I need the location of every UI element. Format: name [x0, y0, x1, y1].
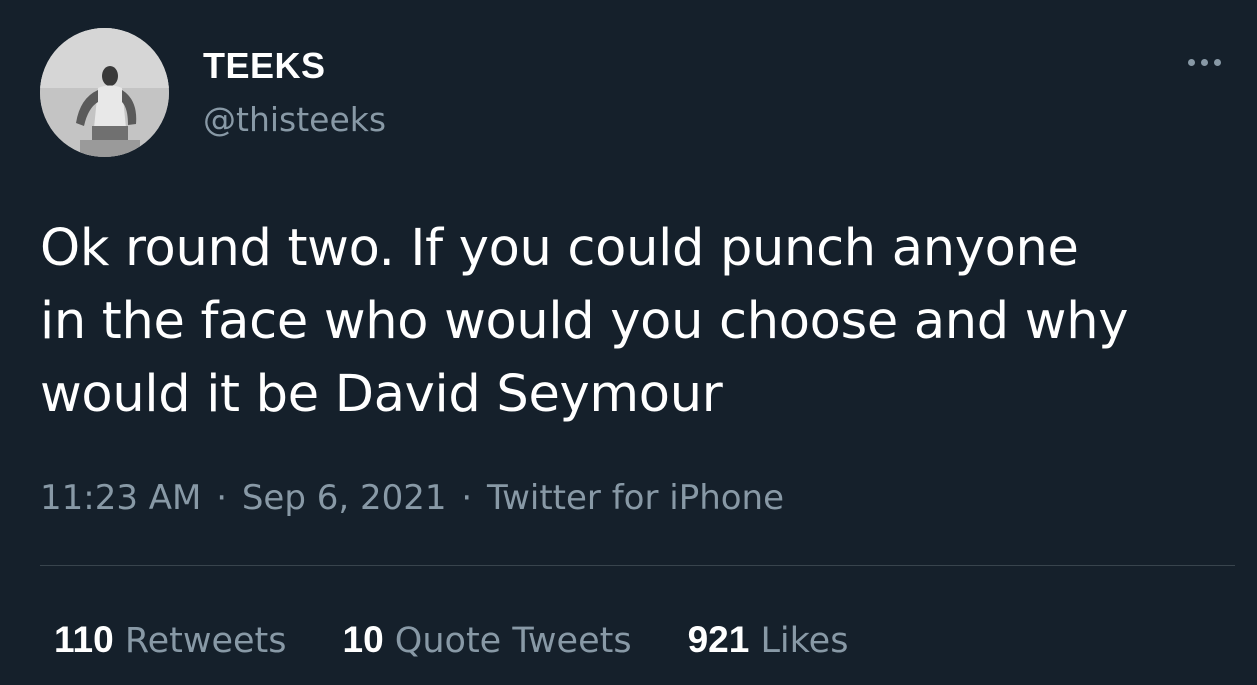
meta-separator: ·: [216, 478, 228, 518]
more-dot: [1200, 58, 1208, 66]
more-dot: [1213, 58, 1221, 66]
display-name[interactable]: TEEKS: [203, 44, 326, 88]
likes-label: Likes: [760, 621, 849, 661]
retweets-stat[interactable]: 110 Retweets: [54, 618, 287, 663]
quote-tweets-count: 10: [342, 619, 384, 660]
quote-tweets-stat[interactable]: 10 Quote Tweets: [343, 618, 632, 663]
avatar-photo-icon: [40, 28, 169, 157]
meta-separator: ·: [461, 478, 473, 518]
tweet-date[interactable]: Sep 6, 2021: [242, 478, 447, 518]
retweets-count: 110: [54, 619, 114, 660]
tweet-stats: 110 Retweets 10 Quote Tweets 921 Likes: [54, 618, 848, 663]
tweet-source[interactable]: Twitter for iPhone: [487, 478, 784, 518]
avatar[interactable]: [40, 28, 169, 157]
tweet-time[interactable]: 11:23 AM: [40, 478, 201, 518]
likes-stat[interactable]: 921 Likes: [688, 618, 849, 663]
retweets-label: Retweets: [124, 621, 287, 661]
more-dot: [1187, 58, 1195, 66]
likes-count: 921: [687, 619, 750, 660]
quote-tweets-label: Quote Tweets: [394, 621, 632, 661]
more-options-icon[interactable]: [1179, 50, 1229, 74]
tweet-text: Ok round two. If you could punch anyone …: [40, 219, 1129, 424]
user-handle[interactable]: @thisteeks: [203, 100, 386, 140]
tweet-card: TEEKS @thisteeks Ok round two. If you co…: [0, 0, 1257, 685]
tweet-metadata: 11:23 AM · Sep 6, 2021 · Twitter for iPh…: [40, 476, 784, 520]
divider: [40, 565, 1235, 566]
